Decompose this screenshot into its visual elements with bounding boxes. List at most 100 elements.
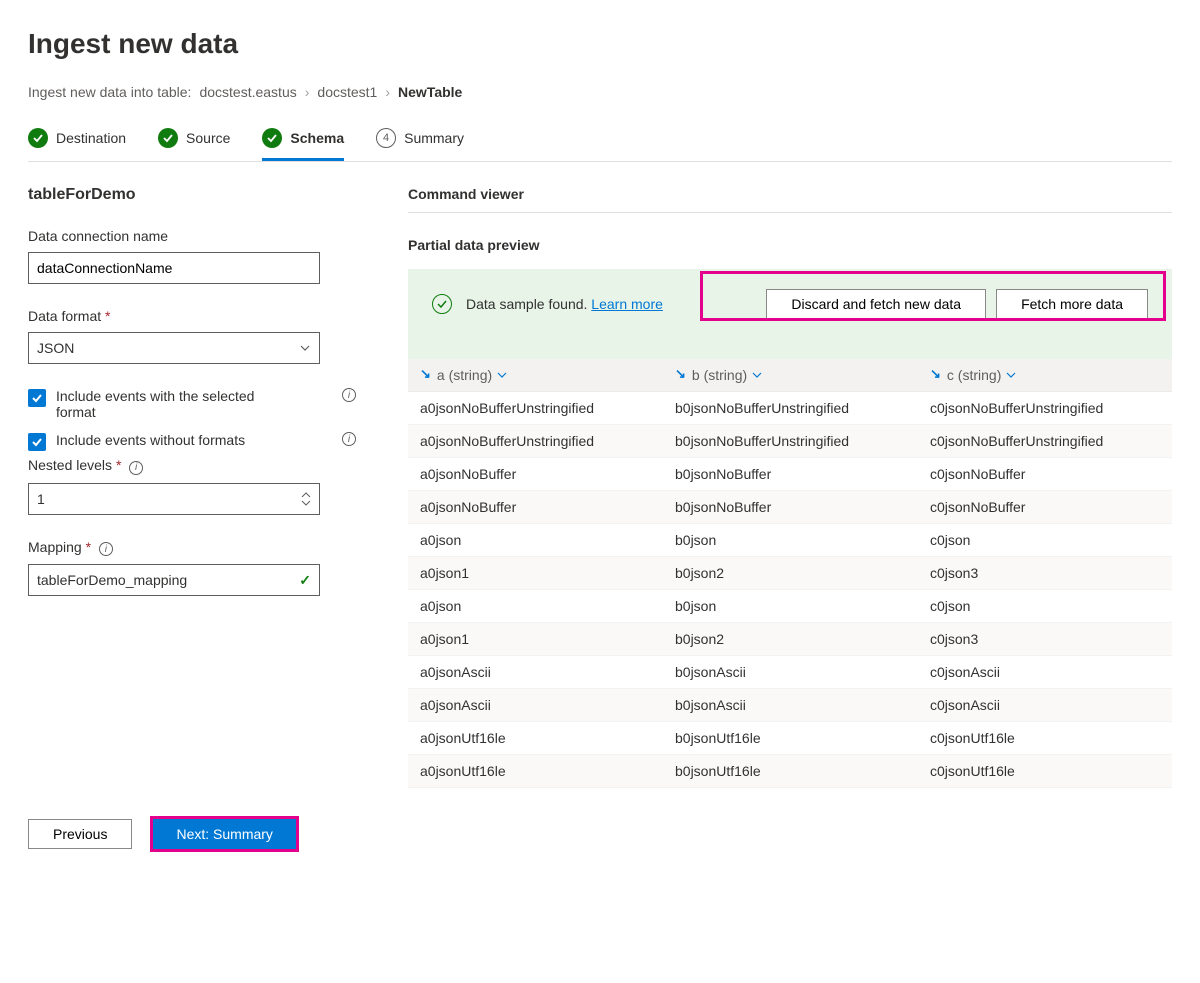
table-cell: b0jsonNoBuffer [663, 491, 918, 524]
table-cell: b0json [663, 524, 918, 557]
table-cell: b0json2 [663, 623, 918, 656]
table-cell: b0jsonNoBuffer [663, 458, 918, 491]
table-cell: b0json [663, 590, 918, 623]
table-row: a0jsonAsciib0jsonAsciic0jsonAscii [408, 656, 1172, 689]
table-cell: c0jsonAscii [918, 689, 1172, 722]
table-cell: c0json [918, 590, 1172, 623]
table-cell: a0jsonNoBuffer [408, 491, 663, 524]
table-cell: c0jsonUtf16le [918, 755, 1172, 788]
discard-fetch-button[interactable]: Discard and fetch new data [766, 289, 986, 319]
step-destination[interactable]: Destination [28, 128, 126, 161]
table-cell: a0jsonNoBufferUnstringified [408, 392, 663, 425]
annotation-highlight: Next: Summary [150, 816, 298, 852]
mapping-select[interactable]: tableForDemo_mapping ✓ [28, 564, 320, 596]
stepper: Destination Source Schema 4 Summary [28, 128, 1172, 162]
table-cell: c0json3 [918, 623, 1172, 656]
nested-levels-label: Nested levels * i [28, 457, 368, 475]
partial-preview-heading: Partial data preview [408, 237, 1172, 253]
table-row: a0jsonUtf16leb0jsonUtf16lec0jsonUtf16le [408, 722, 1172, 755]
mapping-value: tableForDemo_mapping [37, 572, 187, 588]
column-header-a[interactable]: ↘a (string) [408, 359, 663, 392]
check-icon: ✓ [299, 572, 311, 589]
table-cell: a0json1 [408, 623, 663, 656]
check-icon [28, 128, 48, 148]
info-icon[interactable]: i [129, 461, 143, 475]
fetch-more-button[interactable]: Fetch more data [996, 289, 1148, 319]
table-cell: a0jsonUtf16le [408, 755, 663, 788]
table-cell: c0jsonUtf16le [918, 722, 1172, 755]
column-type-icon: ↘ [675, 366, 686, 382]
table-cell: a0json [408, 590, 663, 623]
column-header-b[interactable]: ↘b (string) [663, 359, 918, 392]
table-row: a0jsonAsciib0jsonAsciic0jsonAscii [408, 689, 1172, 722]
table-cell: b0jsonAscii [663, 689, 918, 722]
table-cell: c0jsonAscii [918, 656, 1172, 689]
banner-text: Data sample found. [466, 296, 587, 312]
step-summary[interactable]: 4 Summary [376, 128, 464, 161]
table-cell: c0json [918, 524, 1172, 557]
table-row: a0jsonUtf16leb0jsonUtf16lec0jsonUtf16le [408, 755, 1172, 788]
chevron-down-icon[interactable] [751, 369, 763, 381]
preview-table: ↘a (string) ↘b (string) ↘c (string) a0js… [408, 359, 1172, 788]
info-icon[interactable]: i [99, 542, 113, 556]
step-source[interactable]: Source [158, 128, 230, 161]
table-row: a0json1b0json2c0json3 [408, 623, 1172, 656]
info-icon[interactable]: i [342, 432, 356, 446]
breadcrumb-lead: Ingest new data into table: [28, 84, 191, 100]
command-viewer-heading[interactable]: Command viewer [408, 186, 1172, 213]
mapping-label: Mapping * i [28, 539, 368, 557]
table-cell: c0jsonNoBuffer [918, 458, 1172, 491]
table-cell: c0jsonNoBufferUnstringified [918, 425, 1172, 458]
info-icon[interactable]: i [342, 388, 356, 402]
connection-name-input[interactable] [28, 252, 320, 284]
step-schema[interactable]: Schema [262, 128, 344, 161]
connection-name-label: Data connection name [28, 228, 368, 244]
table-cell: a0json [408, 524, 663, 557]
step-label: Source [186, 130, 230, 146]
table-cell: a0jsonNoBufferUnstringified [408, 425, 663, 458]
success-icon [432, 294, 452, 314]
table-cell: a0jsonAscii [408, 689, 663, 722]
step-label: Destination [56, 130, 126, 146]
previous-button[interactable]: Previous [28, 819, 132, 849]
table-row: a0jsonNoBufferb0jsonNoBufferc0jsonNoBuff… [408, 458, 1172, 491]
step-number: 4 [376, 128, 396, 148]
table-cell: a0jsonNoBuffer [408, 458, 663, 491]
table-cell: b0jsonNoBufferUnstringified [663, 425, 918, 458]
table-cell: a0json1 [408, 557, 663, 590]
table-cell: a0jsonUtf16le [408, 722, 663, 755]
include-selected-format-label: Include events with the selected format [56, 388, 276, 420]
table-cell: b0jsonNoBufferUnstringified [663, 392, 918, 425]
data-format-select[interactable]: JSON [28, 332, 320, 364]
table-cell: a0jsonAscii [408, 656, 663, 689]
table-row: a0jsonb0jsonc0json [408, 590, 1172, 623]
nested-levels-input[interactable]: 1 [28, 483, 320, 515]
check-icon [262, 128, 282, 148]
breadcrumb: Ingest new data into table: docstest.eas… [28, 84, 1172, 100]
breadcrumb-item[interactable]: docstest.eastus [199, 84, 296, 100]
data-format-label: Data format * [28, 308, 368, 324]
breadcrumb-item[interactable]: docstest1 [317, 84, 377, 100]
data-format-value: JSON [37, 340, 74, 356]
table-cell: c0jsonNoBuffer [918, 491, 1172, 524]
spinner-down-icon[interactable] [301, 499, 311, 507]
chevron-down-icon [299, 342, 311, 354]
table-row: a0jsonNoBufferUnstringifiedb0jsonNoBuffe… [408, 392, 1172, 425]
table-row: a0jsonb0jsonc0json [408, 524, 1172, 557]
data-sample-banner: Data sample found. Learn more Discard an… [408, 269, 1172, 339]
table-cell: c0jsonNoBufferUnstringified [918, 392, 1172, 425]
spinner-up-icon[interactable] [301, 491, 311, 499]
breadcrumb-item-current: NewTable [398, 84, 462, 100]
column-header-c[interactable]: ↘c (string) [918, 359, 1172, 392]
include-selected-format-checkbox[interactable] [28, 389, 46, 407]
table-row: a0json1b0json2c0json3 [408, 557, 1172, 590]
learn-more-link[interactable]: Learn more [591, 296, 663, 312]
table-cell: b0jsonAscii [663, 656, 918, 689]
chevron-down-icon[interactable] [496, 369, 508, 381]
include-without-formats-checkbox[interactable] [28, 433, 46, 451]
next-summary-button[interactable]: Next: Summary [153, 819, 295, 849]
table-row: a0jsonNoBufferb0jsonNoBufferc0jsonNoBuff… [408, 491, 1172, 524]
column-type-icon: ↘ [420, 366, 431, 382]
chevron-down-icon[interactable] [1005, 369, 1017, 381]
step-label: Summary [404, 130, 464, 146]
